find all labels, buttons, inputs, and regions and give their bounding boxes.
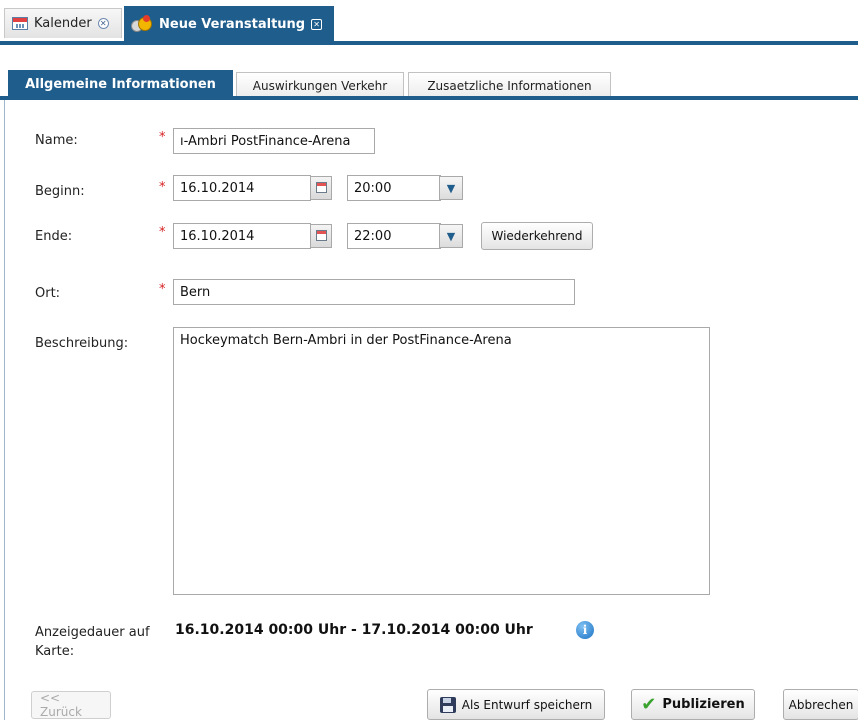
publish-button-label: Publizieren [662, 697, 745, 712]
chevron-down-icon: ▼ [446, 181, 456, 195]
anzeigedauer-label-line1: Anzeigedauer auf [35, 625, 150, 640]
tab-kalender[interactable]: Kalender ✕ [4, 8, 122, 38]
tab-neue-veranstaltung-label: Neue Veranstaltung [159, 16, 306, 32]
tab-auswirkungen-verkehr[interactable]: Auswirkungen Verkehr [236, 72, 404, 98]
form-tab-bar: Allgemeine Informationen Auswirkungen Ve… [0, 70, 858, 100]
beginn-time-input[interactable] [347, 175, 441, 201]
date-picker-icon [316, 230, 327, 241]
anzeigedauer-label-line2: Karte: [35, 644, 75, 659]
beschreibung-textarea[interactable]: Hockeymatch Bern-Ambri in der PostFinanc… [173, 327, 710, 595]
tab-kalender-label: Kalender [34, 16, 92, 31]
beginn-required-marker: * [159, 180, 166, 195]
name-input[interactable] [173, 128, 375, 154]
ende-time-dropdown-button[interactable]: ▼ [439, 224, 463, 248]
wiederkehrend-button-label: Wiederkehrend [491, 229, 583, 243]
cancel-button[interactable]: Abbrechen [783, 689, 858, 720]
calendar-icon [12, 17, 28, 30]
ende-label: Ende: [35, 229, 73, 244]
beginn-time-dropdown-button[interactable]: ▼ [439, 176, 463, 200]
tab-allgemeine-informationen-label: Allgemeine Informationen [25, 77, 216, 92]
save-icon [439, 696, 456, 713]
cancel-button-label: Abbrechen [788, 697, 854, 712]
tab-neue-veranstaltung[interactable]: Neue Veranstaltung ✕ [124, 6, 334, 42]
ende-time-input[interactable] [347, 223, 441, 249]
ende-required-marker: * [159, 225, 166, 240]
beschreibung-label: Beschreibung: [35, 336, 129, 351]
chevron-down-icon: ▼ [446, 229, 456, 243]
tab-auswirkungen-verkehr-label: Auswirkungen Verkehr [252, 78, 388, 93]
tab-allgemeine-informationen[interactable]: Allgemeine Informationen [8, 70, 233, 98]
name-label: Name: [35, 133, 78, 148]
save-draft-button-label: Als Entwurf speichern [461, 697, 593, 712]
beginn-date-input[interactable] [173, 175, 311, 201]
save-draft-button[interactable]: Als Entwurf speichern [427, 689, 605, 720]
info-icon[interactable]: i [576, 621, 594, 639]
anzeigedauer-value: 16.10.2014 00:00 Uhr - 17.10.2014 00:00 … [175, 622, 533, 638]
beginn-date-picker-button[interactable] [310, 176, 332, 200]
wiederkehrend-button[interactable]: Wiederkehrend [481, 222, 593, 250]
close-tab-neue-veranstaltung-icon[interactable]: ✕ [311, 18, 323, 30]
ort-required-marker: * [159, 282, 166, 297]
ende-date-picker-button[interactable] [310, 224, 332, 248]
ort-input[interactable] [173, 279, 575, 305]
ende-date-input[interactable] [173, 223, 311, 249]
back-button-label: << Zurück [40, 691, 82, 719]
checkmark-icon: ✔ [641, 693, 657, 715]
ort-label: Ort: [35, 286, 61, 301]
date-picker-icon [316, 182, 327, 193]
name-required-marker: * [159, 130, 166, 145]
event-form-panel: Name: * Beginn: * ▼ Ende: * ▼ Wiederkehr… [4, 100, 858, 720]
tab-bar-underline [0, 41, 858, 45]
event-icon [131, 15, 153, 33]
close-tab-kalender-icon[interactable]: ✕ [97, 18, 109, 29]
beginn-label: Beginn: [35, 184, 85, 199]
document-tab-bar: Kalender ✕ Neue Veranstaltung ✕ [0, 0, 858, 45]
back-button[interactable]: << Zurück [31, 691, 111, 719]
tab-zusaetzliche-informationen-label: Zusaetzliche Informationen [427, 78, 592, 93]
publish-button[interactable]: ✔ Publizieren [631, 689, 755, 720]
tab-zusaetzliche-informationen[interactable]: Zusaetzliche Informationen [408, 72, 611, 98]
